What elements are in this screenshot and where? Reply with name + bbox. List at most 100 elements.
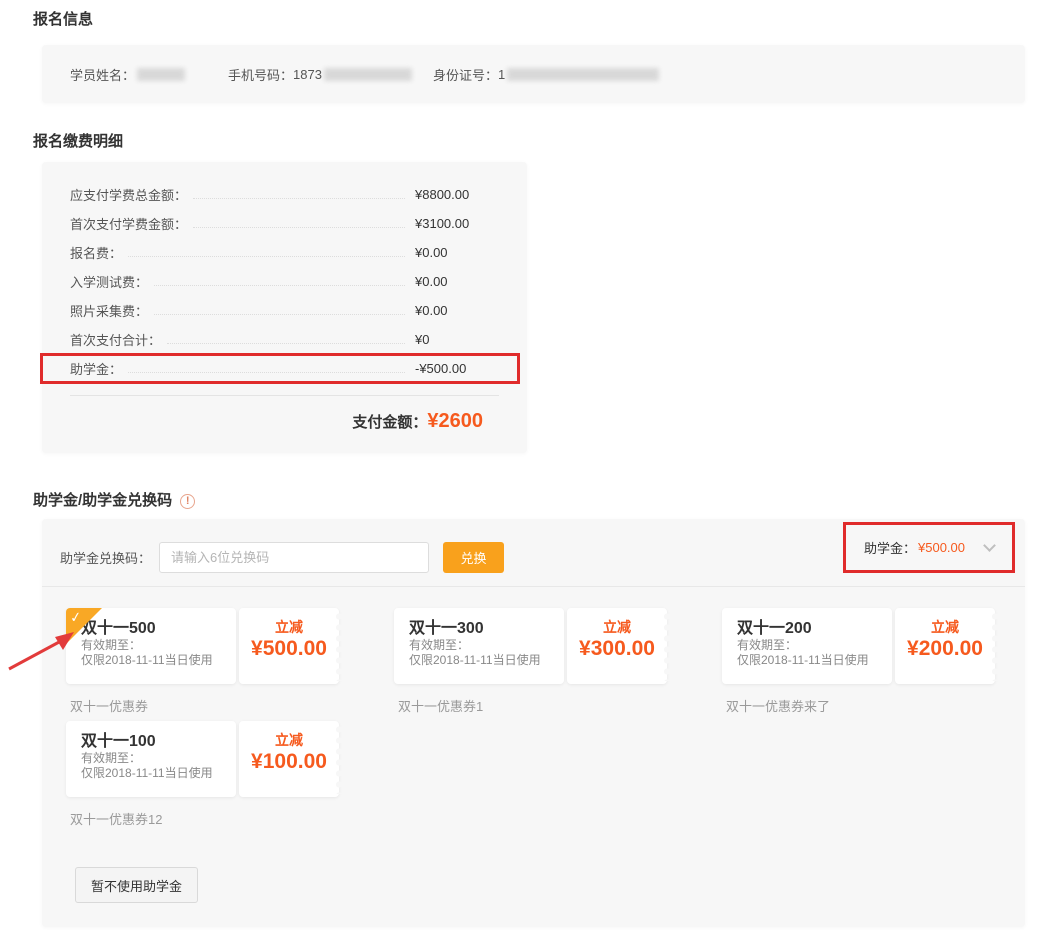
registration-info-panel: 学员姓名： 手机号码：1873 身份证号：1 [42, 45, 1025, 103]
deduct-amount: ¥500.00 [239, 635, 339, 663]
fee-label: 入学测试费： [70, 272, 148, 291]
deduct-label: 立减 [895, 619, 995, 635]
fee-row-photo: 照片采集费： ¥0.00 [70, 296, 499, 325]
deduct-label: 立减 [567, 619, 667, 635]
scholarship-section-title: 助学金/助学金兑换码 ! [33, 491, 1047, 511]
skip-scholarship-button[interactable]: 暂不使用助学金 [75, 867, 198, 903]
coupon-100-value[interactable]: 立减 ¥100.00 [239, 721, 339, 797]
student-name-redacted [137, 68, 185, 81]
pay-total-value: ¥2600 [427, 410, 483, 432]
coupon-block-100: 双十一100 有效期至： 仅限2018-11-11当日使用 立减 ¥100.00… [66, 721, 339, 825]
scholarship-dropdown-amount: ¥500.00 [918, 540, 965, 555]
coupon-block-300: 双十一300 有效期至： 仅限2018-11-11当日使用 立减 ¥300.00… [394, 608, 667, 712]
scholarship-title-text: 助学金/助学金兑换码 [33, 491, 172, 511]
fee-label: 报名费： [70, 243, 122, 262]
dotted-leader [128, 256, 405, 257]
coupon-300-main[interactable]: 双十一300 有效期至： 仅限2018-11-11当日使用 [394, 608, 564, 684]
deduct-label: 立减 [239, 619, 339, 635]
coupon-100[interactable]: 双十一100 有效期至： 仅限2018-11-11当日使用 立减 ¥100.00 [66, 721, 339, 797]
coupon-validity-2: 仅限2018-11-11当日使用 [409, 653, 564, 668]
coupon-name: 双十一100 [81, 732, 236, 751]
coupon-200[interactable]: 双十一200 有效期至： 仅限2018-11-11当日使用 立减 ¥200.00 [722, 608, 995, 684]
deduct-amount: ¥100.00 [239, 748, 339, 776]
fee-value: ¥0.00 [415, 303, 499, 318]
dotted-leader [167, 343, 405, 344]
redeem-row: 助学金兑换码： 兑换 助学金： ¥500.00 [42, 532, 1025, 582]
redeem-code-label: 助学金兑换码： [60, 548, 151, 567]
dotted-leader [193, 198, 405, 199]
phone-redacted [324, 68, 412, 81]
coupon-200-main[interactable]: 双十一200 有效期至： 仅限2018-11-11当日使用 [722, 608, 892, 684]
coupon-name: 双十一300 [409, 619, 564, 638]
redeem-code-input[interactable] [159, 542, 429, 573]
fee-label: 助学金： [70, 359, 122, 378]
fee-row-total-tuition: 应支付学费总金额： ¥8800.00 [70, 180, 499, 209]
dotted-leader [154, 314, 405, 315]
fee-divider [70, 395, 499, 396]
id-visible-digits: 1 [498, 67, 505, 82]
coupon-validity-1: 有效期至： [409, 638, 564, 653]
payment-details-panel: 应支付学费总金额： ¥8800.00 首次支付学费金额： ¥3100.00 报名… [42, 162, 527, 453]
fee-value: ¥0 [415, 332, 499, 347]
coupon-100-main[interactable]: 双十一100 有效期至： 仅限2018-11-11当日使用 [66, 721, 236, 797]
coupon-validity-1: 有效期至： [81, 751, 236, 766]
fee-label: 应支付学费总金额： [70, 185, 187, 204]
dotted-leader [128, 372, 405, 373]
fee-row-first-pay-total: 首次支付合计： ¥0 [70, 325, 499, 354]
scholarship-dropdown[interactable]: 助学金： ¥500.00 [843, 522, 1015, 573]
student-name-field: 学员姓名： [70, 65, 228, 84]
coupon-block-500: ✓ 双十一500 有效期至： 仅限2018-11-11当日使用 立减 ¥500.… [66, 608, 339, 712]
coupon-validity-2: 仅限2018-11-11当日使用 [81, 766, 236, 781]
coupon-500-value[interactable]: 立减 ¥500.00 [239, 608, 339, 684]
phone-field: 手机号码：1873 [228, 65, 433, 84]
red-arrow-annotation [6, 624, 78, 672]
dotted-leader [193, 227, 405, 228]
enrollment-payment-page: 报名信息 学员姓名： 手机号码：1873 身份证号：1 报名缴费明细 应支付学费… [0, 0, 1047, 930]
phone-visible-digits: 1873 [293, 67, 322, 82]
pay-total-label: 支付金额： [352, 414, 427, 431]
registration-info-title-text: 报名信息 [33, 10, 93, 30]
scholarship-panel: 助学金兑换码： 兑换 助学金： ¥500.00 [42, 519, 1025, 927]
pay-total-row: 支付金额：¥2600 [70, 410, 499, 433]
fee-row-registration: 报名费： ¥0.00 [70, 238, 499, 267]
coupon-300[interactable]: 双十一300 有效期至： 仅限2018-11-11当日使用 立减 ¥300.00 [394, 608, 667, 684]
coupon-500-main[interactable]: ✓ 双十一500 有效期至： 仅限2018-11-11当日使用 [66, 608, 236, 684]
redeem-button[interactable]: 兑换 [443, 542, 504, 573]
payment-details-title: 报名缴费明细 [33, 132, 1047, 152]
coupon-area: ✓ 双十一500 有效期至： 仅限2018-11-11当日使用 立减 ¥500.… [42, 587, 1025, 825]
coupon-row-2: 双十一100 有效期至： 仅限2018-11-11当日使用 立减 ¥100.00… [66, 721, 1001, 825]
coupon-200-value[interactable]: 立减 ¥200.00 [895, 608, 995, 684]
coupon-row-1: ✓ 双十一500 有效期至： 仅限2018-11-11当日使用 立减 ¥500.… [66, 608, 1001, 712]
coupon-name: 双十一500 [81, 619, 236, 638]
id-number-field: 身份证号：1 [433, 65, 659, 84]
id-number-label: 身份证号： [433, 65, 498, 84]
coupon-block-200: 双十一200 有效期至： 仅限2018-11-11当日使用 立减 ¥200.00… [722, 608, 995, 712]
coupon-validity-2: 仅限2018-11-11当日使用 [737, 653, 892, 668]
fee-label: 首次支付学费金额： [70, 214, 187, 233]
deduct-amount: ¥300.00 [567, 635, 667, 663]
fee-label: 首次支付合计： [70, 330, 161, 349]
dotted-leader [154, 285, 405, 286]
deduct-label: 立减 [239, 732, 339, 748]
fee-label: 照片采集费： [70, 301, 148, 320]
coupon-500[interactable]: ✓ 双十一500 有效期至： 仅限2018-11-11当日使用 立减 ¥500.… [66, 608, 339, 684]
fee-value: ¥8800.00 [415, 187, 499, 202]
student-name-label: 学员姓名： [70, 65, 135, 84]
fee-row-scholarship: 助学金： -¥500.00 [70, 354, 499, 383]
chevron-down-icon[interactable] [983, 539, 996, 552]
coupon-300-value[interactable]: 立减 ¥300.00 [567, 608, 667, 684]
coupon-caption: 双十一优惠券1 [398, 696, 667, 712]
fee-value: ¥0.00 [415, 245, 499, 260]
fee-value: ¥3100.00 [415, 216, 499, 231]
info-icon[interactable]: ! [180, 494, 195, 509]
scholarship-dropdown-label: 助学金： [864, 538, 916, 557]
fee-row-entrance-test: 入学测试费： ¥0.00 [70, 267, 499, 296]
coupon-validity-2: 仅限2018-11-11当日使用 [81, 653, 236, 668]
coupon-caption: 双十一优惠券 [70, 696, 339, 712]
fee-value: -¥500.00 [415, 361, 499, 376]
coupon-caption: 双十一优惠券12 [70, 809, 339, 825]
coupon-name: 双十一200 [737, 619, 892, 638]
coupon-validity-1: 有效期至： [81, 638, 236, 653]
coupon-validity-1: 有效期至： [737, 638, 892, 653]
id-redacted [507, 68, 659, 81]
